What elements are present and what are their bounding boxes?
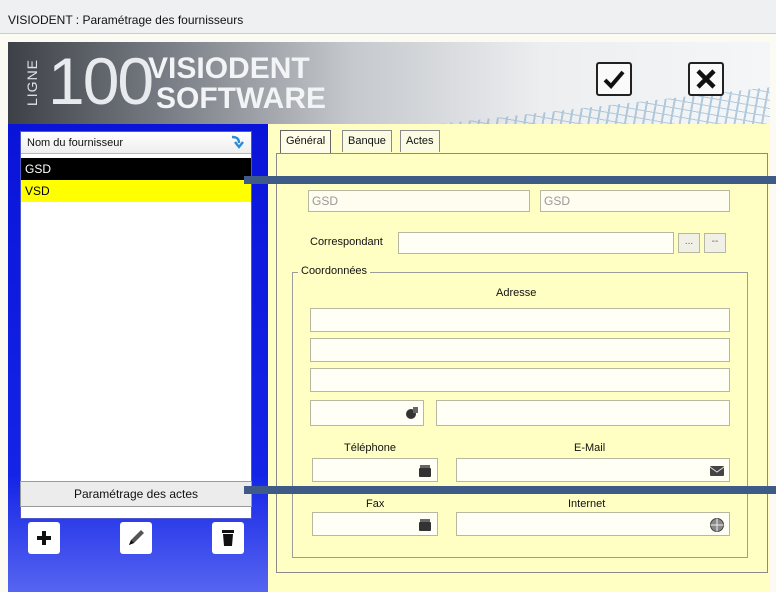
plus-icon: [37, 531, 51, 545]
tab-banque[interactable]: Banque: [342, 130, 392, 152]
delete-button[interactable]: [212, 522, 244, 554]
banner-number: 100: [48, 44, 154, 118]
email-icon[interactable]: [709, 463, 725, 479]
banner-brand-line2: SOFTWARE: [156, 82, 326, 115]
close-icon: [696, 69, 716, 89]
list-header[interactable]: Nom du fournisseur: [21, 132, 251, 154]
sort-icon[interactable]: [229, 134, 245, 150]
list-item[interactable]: VSD: [21, 180, 251, 202]
add-button[interactable]: [28, 522, 60, 554]
phone-icon[interactable]: [417, 463, 433, 479]
tab-actes[interactable]: Actes: [400, 130, 440, 152]
cancel-button[interactable]: [688, 62, 724, 96]
overlay-bar: [244, 486, 776, 494]
edit-button[interactable]: [120, 522, 152, 554]
address-line2-field[interactable]: [310, 338, 730, 362]
city-field[interactable]: [436, 400, 730, 426]
pencil-icon: [129, 530, 144, 545]
supplier-list[interactable]: Nom du fournisseur GSD VSD: [20, 131, 252, 519]
list-item[interactable]: GSD: [21, 158, 251, 180]
name-field[interactable]: GSD: [308, 190, 530, 212]
address-line1-field[interactable]: [310, 308, 730, 332]
browse-button[interactable]: ...: [678, 233, 700, 253]
tab-general[interactable]: Général: [280, 130, 332, 154]
banner-ligne: LIGNE: [24, 58, 40, 106]
fax-field[interactable]: [312, 512, 438, 536]
validate-button[interactable]: [596, 62, 632, 96]
window-title: VISIODENT : Paramétrage des fournisseurs: [8, 13, 244, 27]
email-field[interactable]: [456, 458, 730, 482]
email-label: E-Mail: [574, 442, 606, 454]
coordinates-legend: Coordonnées: [298, 265, 371, 277]
acts-settings-button[interactable]: Paramétrage des actes: [20, 481, 252, 507]
address-label: Adresse: [496, 287, 537, 299]
postal-code-field[interactable]: [310, 400, 424, 426]
list-header-label: Nom du fournisseur: [27, 137, 123, 149]
window-titlebar: VISIODENT : Paramétrage des fournisseurs: [0, 0, 776, 34]
correspondant-field[interactable]: [398, 232, 674, 254]
banner-brand-line1: VISIODENT: [148, 52, 310, 85]
internet-field[interactable]: [456, 512, 730, 536]
address-line3-field[interactable]: [310, 368, 730, 392]
internet-label: Internet: [568, 498, 606, 510]
clear-button[interactable]: --: [704, 233, 726, 253]
telephone-label: Téléphone: [344, 442, 396, 454]
header-banner: LIGNE 100 VISIODENT SOFTWARE: [8, 42, 770, 124]
trash-icon: [222, 530, 234, 546]
fax-label: Fax: [366, 498, 385, 510]
fax-icon[interactable]: [417, 517, 433, 533]
globe-icon[interactable]: [709, 517, 725, 533]
overlay-bar: [244, 176, 776, 184]
lookup-icon[interactable]: [404, 405, 420, 421]
check-icon: [603, 70, 625, 89]
short-name-field[interactable]: GSD: [540, 190, 730, 212]
correspondant-label: Correspondant: [310, 236, 383, 248]
telephone-field[interactable]: [312, 458, 438, 482]
